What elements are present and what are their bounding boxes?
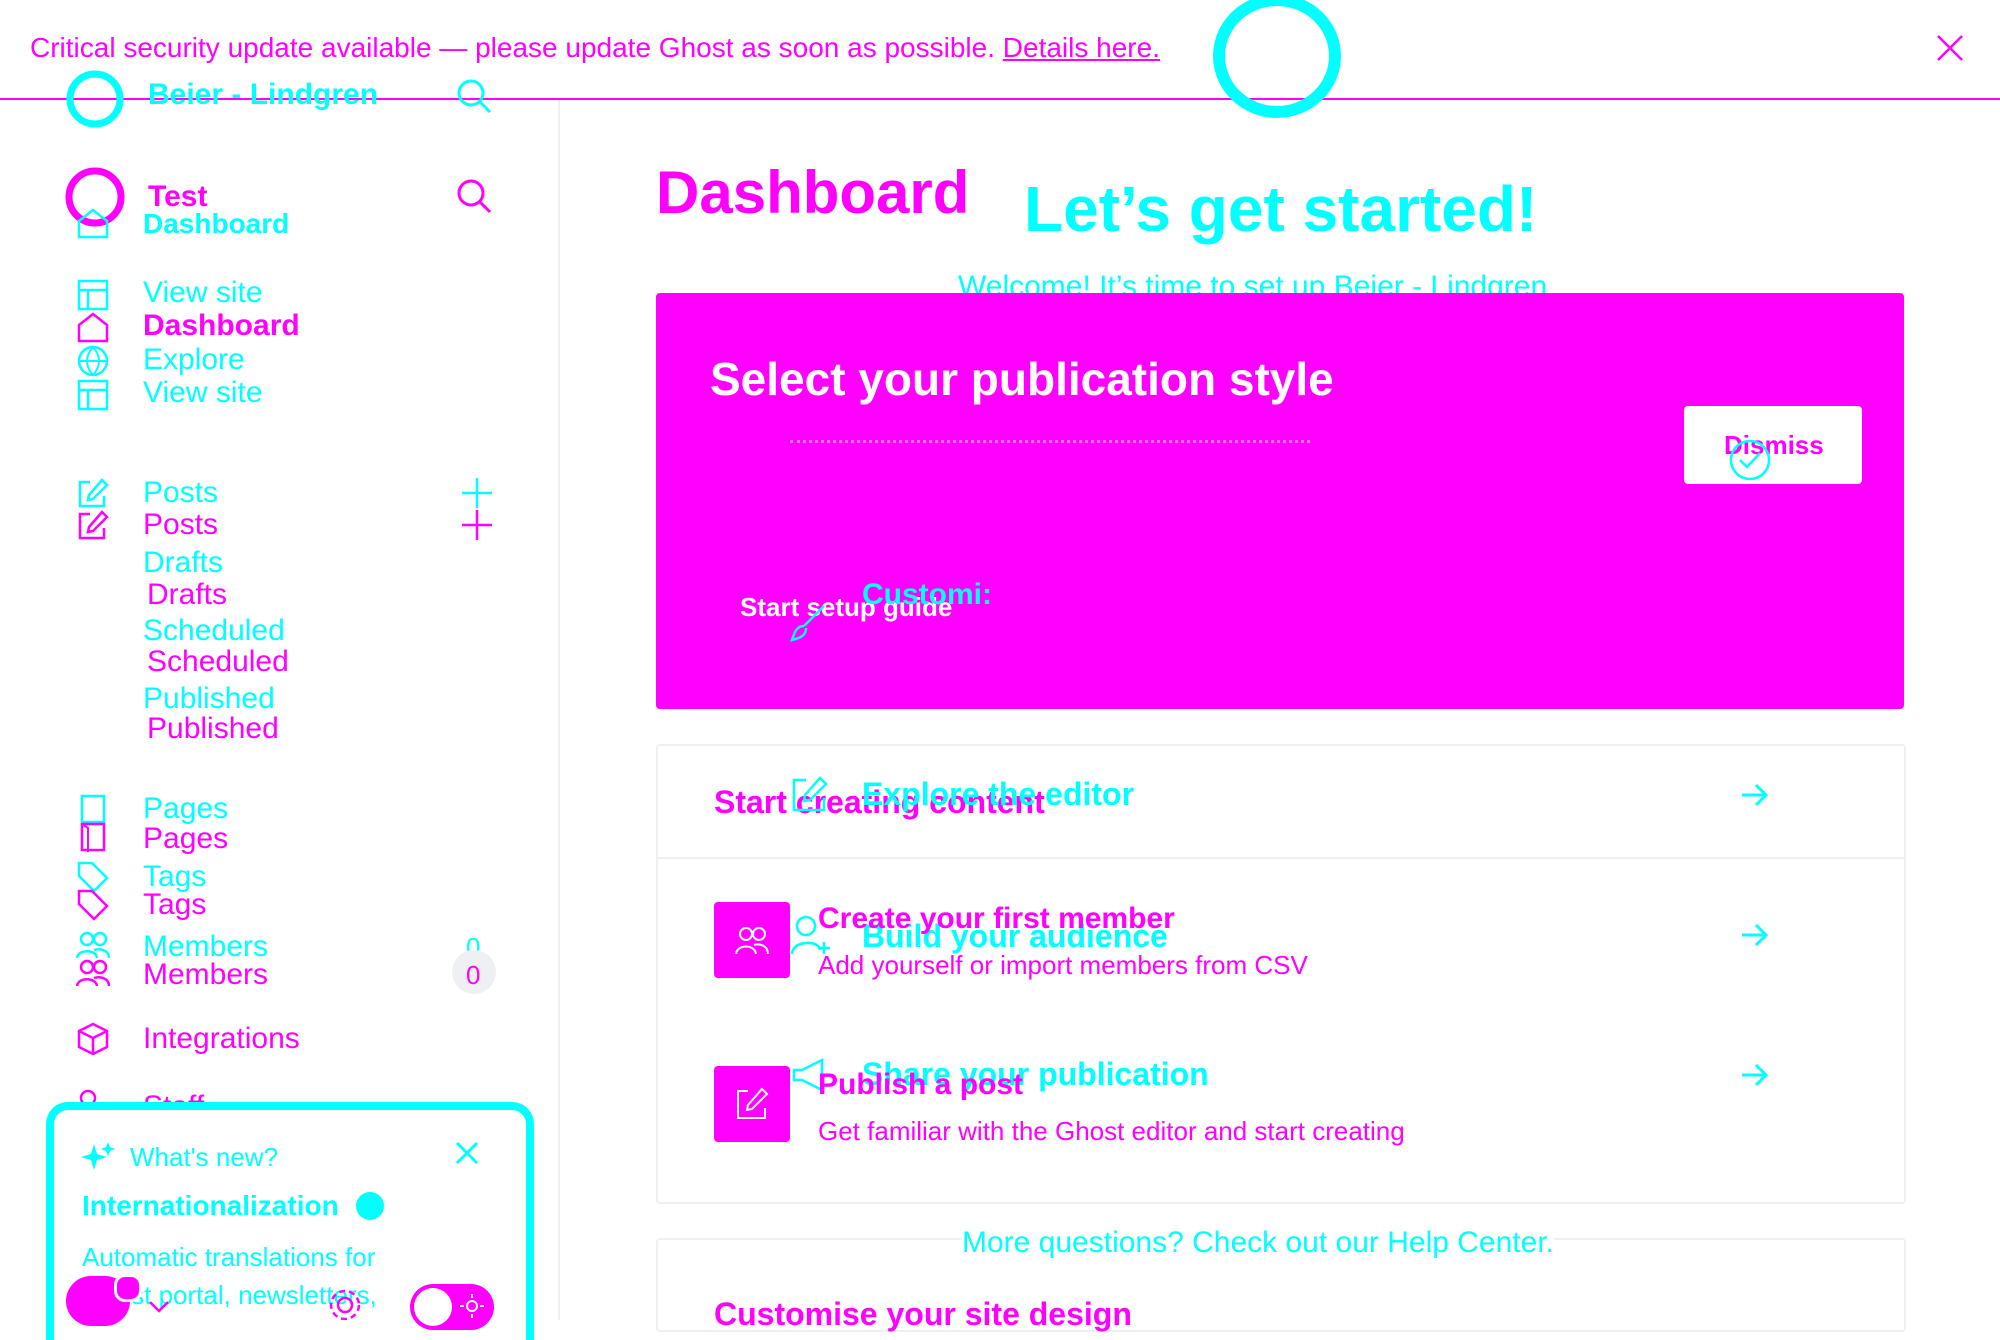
help-center-link[interactable]: More questions? Check out our Help Cente… xyxy=(962,1226,1554,1260)
nav-members[interactable]: Members xyxy=(143,958,268,992)
close-icon[interactable] xyxy=(1932,30,1968,66)
customize-ghost-label: Customi: xyxy=(862,578,992,611)
nav-view-site-ghost-2: View site xyxy=(143,376,263,409)
add-post-ghost-icon xyxy=(460,476,494,510)
row-subtitle-member: Add yourself or import members from CSV xyxy=(818,950,1308,980)
edit-icon xyxy=(76,508,110,542)
nav-tags[interactable]: Tags xyxy=(143,888,206,922)
home-icon xyxy=(76,310,110,344)
nav-drafts[interactable]: Drafts xyxy=(147,578,227,612)
dashboard-ghost-label: Dashboard xyxy=(143,208,290,239)
members-icon xyxy=(76,958,110,988)
page-ghost-icon xyxy=(78,794,108,824)
explore-editor-ghost: Explore the editor xyxy=(862,776,1135,812)
brush-ghost-icon xyxy=(788,604,828,642)
row-subtitle-publish: Get familiar with the Ghost editor and s… xyxy=(818,1116,1405,1146)
nav-scheduled[interactable]: Scheduled xyxy=(147,645,289,679)
banner-message: Critical security update available — ple… xyxy=(30,32,1160,64)
arrow-right-icon-3[interactable] xyxy=(1738,1058,1772,1092)
gear-icon[interactable] xyxy=(326,1286,364,1320)
hero-title: Select your publication style xyxy=(710,353,1334,405)
nav-pages[interactable]: Pages xyxy=(143,822,228,856)
layout-ghost-icon-2 xyxy=(76,378,110,412)
home-ghost-icon xyxy=(76,206,110,240)
row-title-publish[interactable]: Publish a post xyxy=(818,1068,1023,1102)
nav-posts-ghost: Posts xyxy=(143,476,219,509)
list-divider xyxy=(656,857,1906,859)
check-ghost-icon xyxy=(1728,438,1772,482)
getting-started-heading: Let’s get started! xyxy=(1024,173,1538,245)
site-name-ghost: Beier - Lindgren xyxy=(148,78,379,111)
nav-pages-ghost: Pages xyxy=(143,792,229,825)
chevron-down-icon[interactable] xyxy=(148,1296,170,1316)
banner-details-link[interactable]: Details here. xyxy=(1003,32,1160,63)
whats-new-close-icon[interactable] xyxy=(454,1140,480,1166)
arrow-right-icon-2[interactable] xyxy=(1738,918,1772,952)
nav-published-ghost: Published xyxy=(143,682,275,715)
nav-explore-ghost: Explore xyxy=(143,343,245,376)
tag-icon xyxy=(76,888,110,922)
row-title-member[interactable]: Create your first member xyxy=(818,902,1175,936)
site-logo-ghost-icon xyxy=(66,70,124,128)
new-dot-indicator xyxy=(356,1192,384,1220)
nav-posts[interactable]: Posts xyxy=(143,508,218,542)
sparkle-icon xyxy=(80,1140,116,1176)
whats-new-label: What's new? xyxy=(130,1142,279,1172)
members-row-icon xyxy=(734,924,770,956)
page-title: Dashboard xyxy=(656,159,970,226)
hero-faded-text xyxy=(790,440,1310,455)
nav-integrations[interactable]: Integrations xyxy=(143,1022,300,1056)
whats-new-title[interactable]: Internationalization xyxy=(82,1190,339,1222)
members-count: 0 xyxy=(466,960,481,990)
layout-ghost-icon xyxy=(76,278,110,312)
cube-icon xyxy=(76,1022,110,1056)
search-ghost-icon[interactable] xyxy=(454,76,494,116)
customise-title: Customise your site design xyxy=(714,1296,1132,1332)
add-post-icon[interactable] xyxy=(460,508,494,542)
edit-ghost-icon xyxy=(76,476,110,510)
nav-dashboard[interactable]: Dashboard xyxy=(143,309,300,343)
search-icon[interactable] xyxy=(454,176,494,216)
publish-row-icon xyxy=(734,1086,770,1122)
members-ghost-icon xyxy=(76,930,110,960)
nav-published[interactable]: Published xyxy=(147,712,279,746)
globe-ghost-icon xyxy=(76,344,110,378)
arrow-right-icon[interactable] xyxy=(1738,778,1772,812)
sun-icon xyxy=(458,1292,486,1320)
ghost-circle-icon xyxy=(1212,0,1342,118)
toggle-knob xyxy=(414,1288,452,1326)
banner-text: Critical security update available — ple… xyxy=(30,32,995,63)
nav-view-site-ghost: View site xyxy=(143,276,263,309)
notification-dot xyxy=(114,1274,142,1302)
nav-scheduled-ghost: Scheduled xyxy=(143,614,285,647)
pencil-ghost-icon xyxy=(790,774,830,814)
nav-drafts-ghost: Drafts xyxy=(143,546,224,579)
page-icon xyxy=(78,822,108,852)
